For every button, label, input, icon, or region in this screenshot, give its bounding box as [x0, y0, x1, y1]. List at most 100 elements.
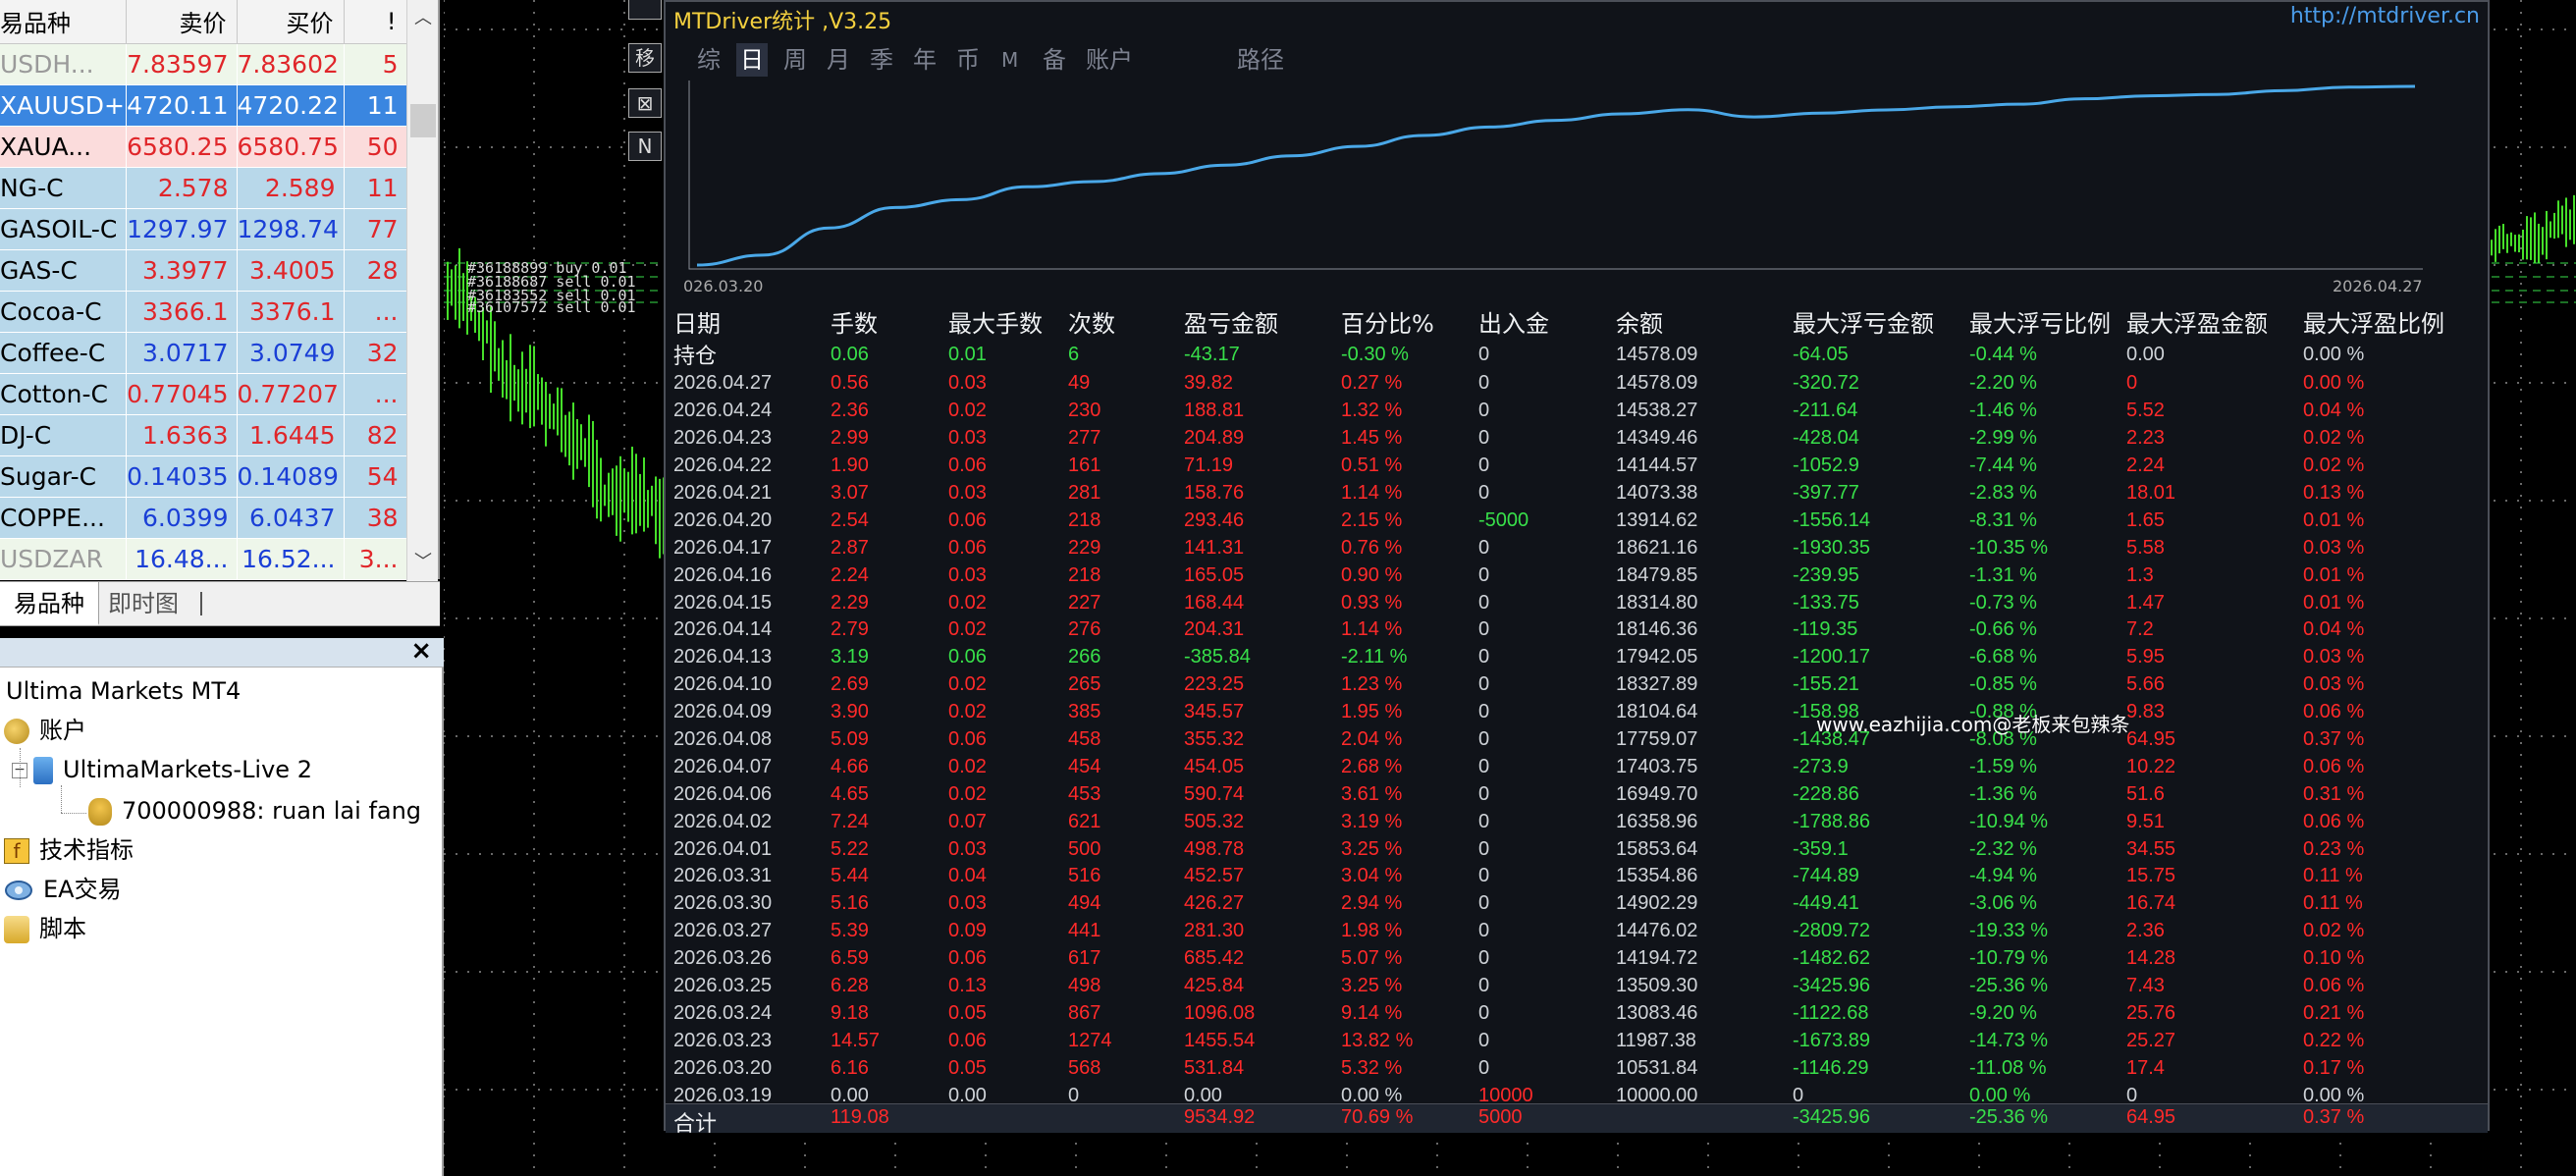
stats-row[interactable]: 2026.03.25 6.28 0.13 498 425.84 3.25 % 0 13509.… [673, 973, 2460, 1000]
stats-row[interactable]: 2026.03.30 5.16 0.03 494 426.27 2.94 % 0 14902.… [673, 890, 2460, 918]
market-watch-row[interactable]: COPPE... 6.0399 6.0437 38 [0, 497, 407, 539]
stats-cell: 293.46 [1184, 508, 1245, 531]
tab-quarterly[interactable]: 季 [866, 43, 897, 77]
stats-row[interactable]: 2026.04.27 0.56 0.03 49 39.82 0.27 % 0 14578.09… [673, 370, 2460, 398]
stats-col-header[interactable]: 百分比% [1341, 304, 1478, 339]
stats-row[interactable]: 2026.04.17 2.87 0.06 229 141.31 0.76 % 0 18621.… [673, 534, 2460, 561]
nav-scripts[interactable]: 脚本 [4, 911, 86, 946]
tab-yearly[interactable]: 年 [909, 43, 940, 77]
col-spread[interactable]: ! [344, 0, 407, 44]
stats-row[interactable]: 2026.04.15 2.29 0.02 227 168.44 0.93 % 0 18314.… [673, 589, 2460, 616]
scroll-thumb[interactable] [410, 104, 436, 137]
market-watch-row[interactable]: GASOIL-C 1297.97 1298.74 77 [0, 208, 407, 250]
tab-monthly[interactable]: 月 [823, 43, 854, 77]
stats-row[interactable]: 2026.03.31 5.44 0.04 516 452.57 3.04 % 0 15354.… [673, 863, 2460, 890]
stats-url-link[interactable]: http://mtdriver.cn [2290, 4, 2480, 28]
stats-row[interactable]: 2026.04.21 3.07 0.03 281 158.76 1.14 % 0 14073.… [673, 480, 2460, 508]
stats-row[interactable]: 2026.04.13 3.19 0.06 266 -385.84 -2.11 % 0 1794… [673, 644, 2460, 671]
move-button[interactable]: 移 [628, 43, 662, 73]
stats-col-header[interactable]: 最大浮盈比例 [2303, 304, 2460, 339]
tab-path[interactable]: 路径 [1233, 43, 1288, 77]
tab-note[interactable]: 备 [1039, 43, 1070, 77]
tab-magic[interactable]: M [997, 43, 1022, 77]
stats-cell: 11987.38 [1616, 1029, 1696, 1051]
col-bid[interactable]: 卖价 [126, 0, 238, 44]
stats-row[interactable]: 2026.03.23 14.57 0.06 1274 1455.54 13.82 % 0 11… [673, 1027, 2460, 1054]
stats-row[interactable]: 2026.04.24 2.36 0.02 230 188.81 1.32 % 0 14538.… [673, 398, 2460, 425]
minimize-button[interactable]: ⊠ [628, 88, 662, 118]
stats-col-header[interactable]: 最大浮盈金额 [2126, 304, 2303, 339]
scroll-down-icon[interactable]: ﹀ [411, 550, 435, 575]
stats-cell: 2.94 % [1341, 892, 1403, 915]
stats-col-header[interactable]: 最大浮亏比例 [1969, 304, 2126, 339]
nav-account-label: 700000988: ruan lai fang [122, 797, 422, 825]
market-watch-row[interactable]: USDH... 7.83597 7.83602 5 [0, 43, 407, 85]
tab-currency[interactable]: 币 [952, 43, 984, 77]
stats-col-header[interactable]: 出入金 [1478, 304, 1616, 339]
stats-cell: 3.25 % [1341, 837, 1403, 860]
stats-cell: 0 [2126, 372, 2138, 395]
market-watch-row[interactable]: XAUA... 6580.25 6580.75 50 [0, 126, 407, 168]
nav-experts[interactable]: EA交易 [4, 872, 122, 907]
stats-row[interactable]: 2026.04.02 7.24 0.07 621 505.32 3.19 % 0 16358.… [673, 808, 2460, 835]
stats-col-header[interactable]: 日期 [673, 304, 831, 339]
stats-row[interactable]: 2026.04.23 2.99 0.03 277 204.89 1.45 % 0 14349.… [673, 425, 2460, 453]
tab-symbols[interactable]: 易品种 [0, 582, 99, 625]
market-watch-row[interactable]: USDZAR 16.48... 16.52... 3... [0, 538, 407, 580]
close-icon[interactable]: × [410, 636, 432, 666]
stats-row[interactable]: 2026.04.22 1.90 0.06 161 71.19 0.51 % 0 14144.5… [673, 453, 2460, 480]
stats-row[interactable]: 2026.03.27 5.39 0.09 441 281.30 1.98 % 0 14476.… [673, 918, 2460, 945]
market-watch-row[interactable]: GAS-C 3.3977 3.4005 28 [0, 249, 407, 292]
stats-cell: 2026.04.02 [673, 810, 773, 832]
side-button[interactable] [628, 0, 662, 20]
tab-daily[interactable]: 日 [736, 43, 768, 77]
stats-col-header[interactable]: 最大手数 [948, 304, 1068, 339]
nav-accounts[interactable]: 账户 [4, 713, 86, 748]
market-watch-row[interactable]: NG-C 2.578 2.589 11 [0, 167, 407, 209]
stats-row[interactable]: 2026.04.06 4.65 0.02 453 590.74 3.61 % 0 16949.… [673, 780, 2460, 808]
stats-cell: -0.44 % [1969, 343, 2037, 365]
scroll-up-icon[interactable]: ︿ [411, 6, 435, 31]
tab-summary[interactable]: 综 [693, 43, 724, 77]
stats-row[interactable]: 2026.04.08 5.09 0.06 458 355.32 2.04 % 0 17759.… [673, 726, 2460, 754]
market-watch-row[interactable]: XAUUSD+ 4720.11 4720.22 11 [0, 84, 407, 127]
stats-row[interactable]: 2026.04.16 2.24 0.03 218 165.05 0.90 % 0 18479.… [673, 561, 2460, 589]
tree-line [61, 785, 62, 813]
tab-weekly[interactable]: 周 [779, 43, 811, 77]
market-watch-row[interactable]: Coffee-C 3.0717 3.0749 32 [0, 332, 407, 374]
nav-account[interactable]: 700000988: ruan lai fang [88, 793, 421, 829]
switch-button[interactable]: N [628, 132, 662, 161]
stats-row[interactable]: 2026.04.01 5.22 0.03 500 498.78 3.25 % 0 15853.… [673, 835, 2460, 863]
stats-col-header[interactable]: 次数 [1068, 304, 1184, 339]
tab-account[interactable]: 账户 [1082, 43, 1137, 77]
stats-col-header[interactable]: 余额 [1616, 304, 1793, 339]
col-ask[interactable]: 买价 [237, 0, 345, 44]
stats-cell: -1122.68 [1793, 1001, 1869, 1024]
stats-col-header[interactable]: 最大浮亏金额 [1793, 304, 1969, 339]
market-watch-row[interactable]: DJ-C 1.6363 1.6445 82 [0, 414, 407, 456]
stats-cell: -10.35 % [1969, 536, 2049, 559]
stats-row[interactable]: 2026.04.10 2.69 0.02 265 223.25 1.23 % 0 18327.… [673, 671, 2460, 699]
stats-row[interactable]: 2026.04.07 4.66 0.02 454 454.05 2.68 % 0 17403.… [673, 753, 2460, 780]
col-symbol[interactable]: 易品种 [0, 0, 127, 44]
stats-row[interactable]: 2026.04.14 2.79 0.02 276 204.31 1.14 % 0 18146.… [673, 616, 2460, 644]
tab-tick-chart[interactable]: 即时图 [94, 582, 192, 625]
stats-row[interactable]: 2026.03.24 9.18 0.05 867 1096.08 9.14 % 0 13083… [673, 999, 2460, 1027]
stats-col-header[interactable]: 盈亏金额 [1184, 304, 1341, 339]
stats-col-header[interactable]: 手数 [831, 304, 948, 339]
collapse-icon[interactable]: − [12, 763, 27, 778]
market-watch-row[interactable]: Sugar-C 0.14035 0.14089 54 [0, 455, 407, 498]
stats-cell: 18146.36 [1616, 618, 1698, 641]
market-watch-row[interactable]: Cocoa-C 3366.1 3376.1... [0, 291, 407, 333]
nav-root[interactable]: Ultima Markets MT4 [6, 673, 241, 709]
stats-row[interactable]: 2026.04.09 3.90 0.02 385 345.57 1.95 % 0 18104.… [673, 699, 2460, 726]
stats-row[interactable]: 2026.04.20 2.54 0.06 218 293.46 2.15 % -5000 13… [673, 507, 2460, 534]
stats-row[interactable]: 2026.03.20 6.16 0.05 568 531.84 5.32 % 0 10531.… [673, 1054, 2460, 1082]
nav-indicators[interactable]: f 技术指标 [4, 832, 134, 868]
nav-server[interactable]: − UltimaMarkets-Live 2 [12, 752, 312, 787]
market-watch-row[interactable]: Cotton-C 0.77045 0.77207... [0, 373, 407, 415]
stats-row[interactable]: 2026.03.26 6.59 0.06 617 685.42 5.07 % 0 14194.… [673, 945, 2460, 973]
market-watch-scrollbar[interactable]: ︿ ﹀ [406, 0, 438, 581]
stats-cell: 5.39 [831, 920, 869, 942]
ask-cell: 6.0437 [237, 497, 345, 539]
